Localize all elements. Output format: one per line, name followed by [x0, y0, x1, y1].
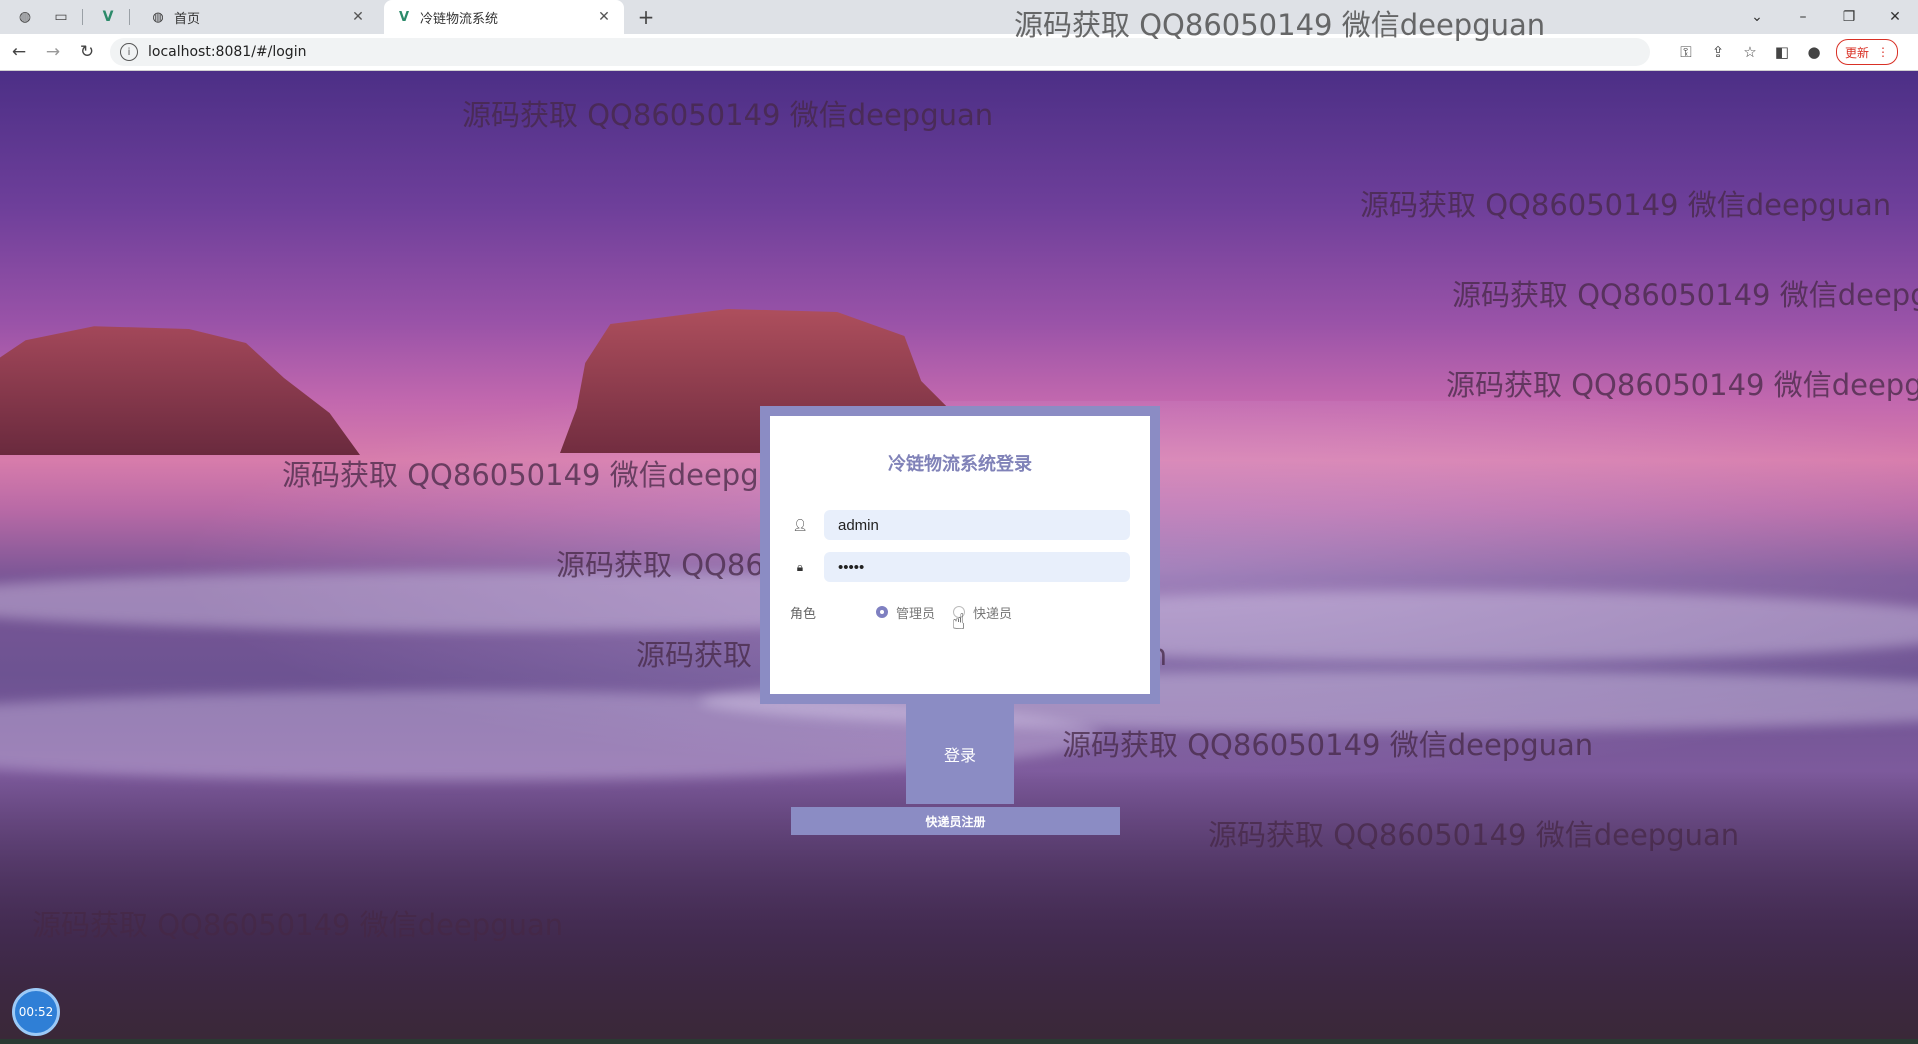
back-arrow-icon[interactable]: ← — [4, 42, 34, 62]
restore-button[interactable]: ❐ — [1826, 9, 1872, 25]
password-input[interactable] — [824, 552, 1130, 582]
tab-cold-chain[interactable]: V 冷链物流系统 ✕ — [384, 0, 624, 34]
role-label: 角色 — [790, 606, 817, 622]
login-title: 冷链物流系统登录 — [888, 454, 1032, 475]
toolbar-icons: ⚿ ⇪ ☆ ◧ ● — [1670, 43, 1830, 61]
recording-timer: 00:52 — [12, 988, 60, 1036]
side-panel-icon[interactable]: ◧ — [1766, 43, 1798, 61]
forward-arrow-icon[interactable]: → — [38, 42, 68, 62]
profile-avatar-icon[interactable]: ● — [1798, 43, 1830, 61]
password-row: 🔒︎ — [790, 552, 1130, 582]
url-text: localhost:8081/#/login — [148, 44, 307, 60]
rock-left — [0, 326, 360, 455]
globe-icon: ◍ — [152, 9, 164, 25]
share-icon[interactable]: ⇪ — [1702, 43, 1734, 61]
window-controls: ⌄ – ❐ ✕ — [1734, 0, 1918, 34]
pinned-tab-vue-icon[interactable]: V — [97, 6, 119, 28]
key-icon[interactable]: ⚿ — [1670, 43, 1702, 61]
courier-register-button[interactable]: 快递员注册 — [791, 807, 1120, 835]
update-label: 更新 — [1845, 45, 1870, 60]
tab-close-icon[interactable]: ✕ — [596, 9, 612, 25]
tab-close-icon[interactable]: ✕ — [350, 9, 366, 25]
tab-home[interactable]: ◍ 首页 ✕ — [138, 0, 378, 34]
lock-icon: 🔒︎ — [796, 559, 804, 574]
role-option-label: 快递员 — [973, 606, 1013, 622]
tab-title: 冷链物流系统 — [420, 11, 499, 27]
address-bar: ← → ↻ i localhost:8081/#/login ⚿ ⇪ ☆ ◧ ●… — [0, 34, 1918, 71]
browser-tab-bar: ◍ ▭ V ◍ 首页 ✕ V 冷链物流系统 ✕ + ⌄ – ❐ ✕ — [0, 0, 1918, 34]
reload-icon[interactable]: ↻ — [72, 42, 102, 62]
hand-cursor-icon: ☝ — [952, 610, 966, 635]
new-tab-button[interactable]: + — [634, 5, 658, 29]
site-info-icon[interactable]: i — [120, 43, 138, 61]
close-window-button[interactable]: ✕ — [1872, 9, 1918, 25]
role-option-label: 管理员 — [896, 606, 936, 622]
update-button[interactable]: 更新 ⋮ — [1836, 39, 1899, 65]
page: ◍ ▭ V ◍ 首页 ✕ V 冷链物流系统 ✕ + ⌄ – ❐ ✕ ← → ↻ … — [0, 0, 1918, 1044]
role-radio-admin[interactable]: 管理员 — [876, 603, 935, 622]
login-card: 冷链物流系统登录 👤︎ 🔒︎ 角色 管理员 快递员 — [770, 416, 1150, 694]
login-button[interactable]: 登录 — [906, 704, 1014, 804]
vue-logo-icon: V — [398, 9, 410, 25]
user-icon: 👤︎ — [792, 518, 808, 532]
url-field[interactable]: i localhost:8081/#/login — [110, 38, 1650, 66]
bottom-strip — [0, 1039, 1918, 1044]
tab-separator — [129, 9, 130, 25]
tab-separator — [82, 9, 83, 25]
login-frame: 冷链物流系统登录 👤︎ 🔒︎ 角色 管理员 快递员 — [760, 406, 1160, 704]
tab-search-icon[interactable]: ⌄ — [1734, 9, 1780, 25]
username-input[interactable] — [824, 510, 1130, 540]
radio-checked-icon — [876, 606, 888, 618]
menu-dots-icon: ⋮ — [1877, 45, 1890, 59]
username-row: 👤︎ — [790, 510, 1130, 540]
minimize-button[interactable]: – — [1780, 9, 1826, 25]
tab-title: 首页 — [174, 11, 201, 27]
pinned-tab-globe-icon[interactable]: ◍ — [14, 6, 36, 28]
star-icon[interactable]: ☆ — [1734, 43, 1766, 61]
pinned-tab-blank-icon[interactable]: ▭ — [50, 6, 72, 28]
